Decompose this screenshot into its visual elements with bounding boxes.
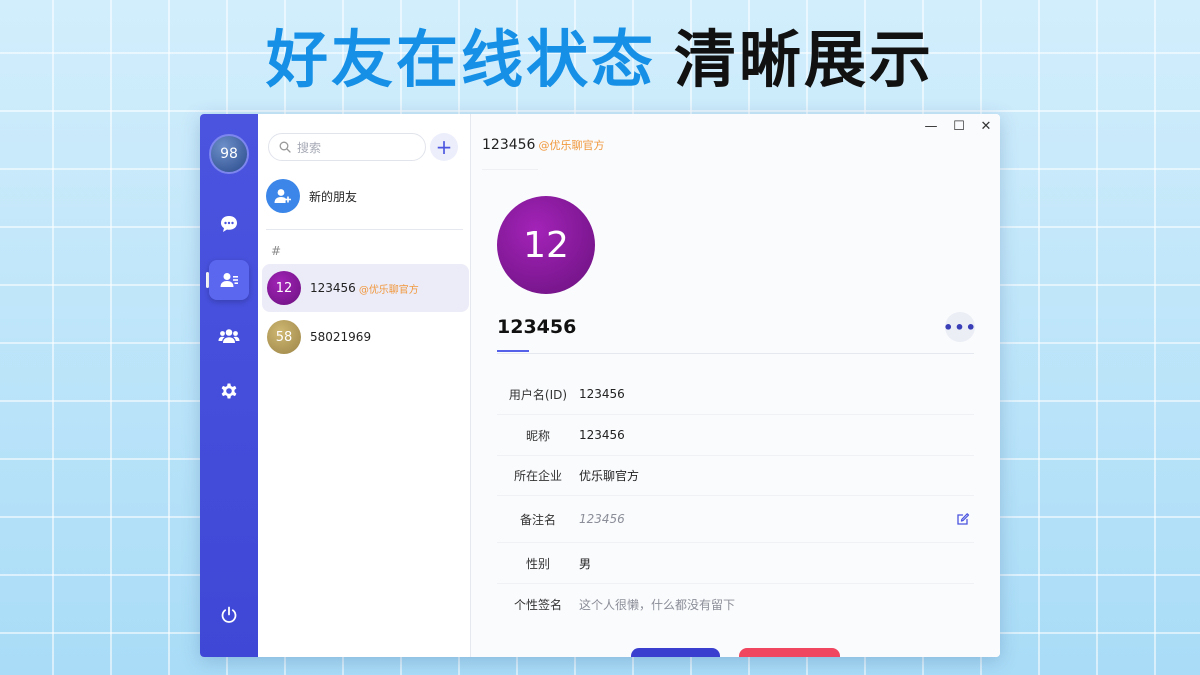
contact-avatar: 58 [267,320,301,354]
contacts-nav-button[interactable] [209,260,249,300]
more-options-button[interactable]: ••• [943,312,976,342]
info-label: 昵称 [525,428,550,443]
detail-title-org: @优乐聊官方 [538,139,605,152]
send-message-button[interactable] [631,648,720,657]
contact-name: 58021969 [310,330,372,344]
info-row-gender: 性别 男 [497,543,974,584]
headline-part2: 清晰展示 [674,23,935,96]
info-row-id: 用户名(ID) 123456 [497,374,974,415]
contact-item[interactable]: 58 58021969 [262,313,469,361]
contacts-divider [266,229,463,230]
new-friends-item[interactable]: 新的朋友 [266,178,357,214]
contacts-icon [220,273,238,287]
info-label: 性别 [525,556,550,571]
info-value: 优乐聊官方 [579,469,640,483]
info-label: 用户名(ID) [508,387,568,402]
search-input[interactable]: 搜索 [268,133,426,161]
add-contact-button[interactable]: + [430,133,458,161]
chat-icon [221,216,237,232]
delete-friend-button[interactable] [739,648,840,657]
group-icon [218,329,240,343]
user-avatar[interactable]: 98 [209,134,249,174]
detail-title: 123456 @优乐聊官方 [482,137,604,153]
info-row-remark[interactable]: 备注名 123456 [497,496,974,543]
minimize-button[interactable]: — [923,118,939,134]
profile-avatar: 12 [497,196,595,294]
profile-name: 123456 [497,316,577,338]
group-letter: # [271,244,282,258]
edit-icon[interactable] [956,512,970,526]
nav-rail: 98 [200,114,258,657]
logout-button[interactable] [209,595,249,635]
info-value: 123456 [579,387,625,401]
name-divider [497,353,974,354]
maximize-button[interactable]: ☐ [951,118,967,134]
new-friends-label: 新的朋友 [309,189,358,204]
settings-nav-button[interactable] [209,371,249,411]
close-button[interactable]: ✕ [978,118,994,134]
info-label: 所在企业 [513,469,562,483]
name-underline [497,350,529,352]
info-value: 这个人很懒，什么都没有留下 [579,597,736,612]
contact-org: @优乐聊官方 [358,284,419,296]
add-user-icon [266,179,300,213]
detail-title-name: 123456 [482,137,536,153]
info-label: 个性签名 [513,597,562,612]
search-placeholder: 搜索 [297,140,322,155]
headline-part1: 好友在线状态 [265,23,656,96]
info-value: 123456 [579,428,625,442]
remark-value[interactable]: 123456 [579,512,625,526]
contact-detail-panel: — ☐ ✕ 123456 @优乐聊官方 12 123456 ••• 用户名(ID)… [471,114,1000,657]
info-row-company: 所在企业 优乐聊官方 [497,456,974,496]
headline: 好友在线状态 清晰展示 [0,22,1200,98]
info-label: 备注名 [519,512,556,527]
info-row-signature: 个性签名 这个人很懒，什么都没有留下 [497,584,974,624]
app-window: 98 搜索 + 新的朋友 # 12 123456 @优乐聊官方 58 58021… [200,114,1000,657]
chat-nav-button[interactable] [209,204,249,244]
title-divider [482,169,538,170]
info-row-nickname: 昵称 123456 [497,415,974,456]
contact-item[interactable]: 12 123456 @优乐聊官方 [262,264,469,312]
contact-name: 123456 [310,281,356,295]
groups-nav-button[interactable] [209,316,249,356]
contacts-panel: 搜索 + 新的朋友 # 12 123456 @优乐聊官方 58 58021969 [258,114,471,657]
info-value: 男 [579,556,592,571]
gear-icon [221,383,237,399]
contact-avatar: 12 [267,271,301,305]
search-icon [279,141,291,153]
power-icon [221,606,237,623]
